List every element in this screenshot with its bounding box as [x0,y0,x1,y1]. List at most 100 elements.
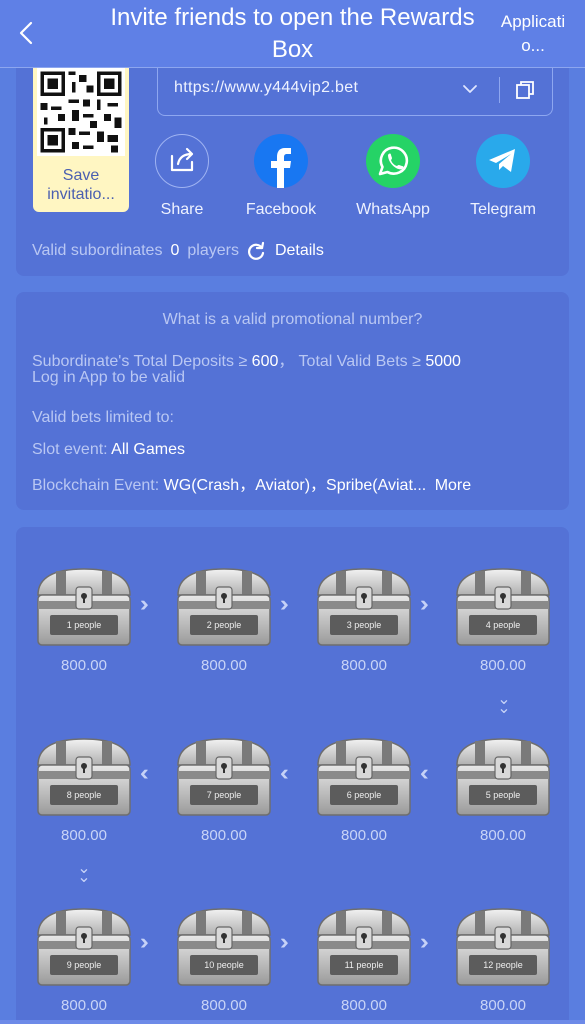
blockchain-event-value: WG(Crash，Aviator)，Spribe(Aviat... [163,477,427,494]
valid-subordinates-unit: players [187,242,239,259]
chest-amount: 800.00 [201,997,247,1014]
deposits-label: Subordinate's Total Deposits ≥ [32,353,248,370]
chest-people-label: 4 people [485,620,521,630]
arrow-down-icon: ⌄ ⌄ [497,691,511,717]
reward-chest[interactable]: 4 people 800.00 [453,565,553,674]
application-link[interactable]: Applicati o... [488,10,578,58]
treasure-chest-icon [177,908,271,986]
reward-chest[interactable]: 9 people 800.00 [34,905,134,1014]
valid-subordinates-label: Valid subordinates [32,242,163,259]
treasure-chest-icon [37,738,131,816]
valid-bets-limited: Valid bets limited to: [32,409,174,426]
slot-event-row: Slot event: All Games [32,441,185,459]
arrow-left-icon: ‹‹ [420,760,428,785]
whatsapp-icon [366,134,420,188]
treasure-chest-icon [456,908,550,986]
chest-amount: 800.00 [341,997,387,1014]
telegram-button[interactable]: Telegram [448,134,558,219]
blockchain-event-label: Blockchain Event: [32,477,160,494]
share-button[interactable]: Share [127,134,237,219]
arrow-right-icon: ›› [420,929,428,954]
treasure-chest-icon [177,738,271,816]
treasure-chest-icon [456,738,550,816]
invite-url: https://www.y444vip2.bet [174,79,359,96]
bottom-edge [0,1020,585,1024]
share-label: Share [160,201,204,218]
chest-people-label: 5 people [485,790,521,800]
telegram-label: Telegram [470,201,536,218]
page-title: Invite friends to open the Rewards Box [110,4,475,63]
rewards-box-card: 1 people 800.00 2 people 800.00 3 people 80… [16,527,569,1024]
telegram-icon [476,134,530,188]
chest-amount: 800.00 [201,657,247,674]
chest-people-label: 3 people [346,620,382,630]
arrow-left-icon: ‹‹ [280,760,288,785]
arrow-right-icon: ›› [140,929,148,954]
chevron-down-icon[interactable] [461,80,479,98]
back-button[interactable] [14,18,38,48]
chest-people-label: 2 people [206,620,242,630]
reward-chest[interactable]: 11 people 800.00 [314,905,414,1014]
chest-amount: 800.00 [480,997,526,1014]
treasure-chest-icon [317,738,411,816]
chest-people-label: 7 people [206,790,242,800]
arrow-right-icon: ›› [420,591,428,616]
arrow-left-icon: ‹‹ [140,760,148,785]
chest-amount: 800.00 [201,827,247,844]
reward-chest[interactable]: 5 people 800.00 [453,735,553,844]
arrow-right-icon: ›› [280,591,288,616]
reward-chest[interactable]: 7 people 800.00 [174,735,274,844]
reward-chest[interactable]: 8 people 800.00 [34,735,134,844]
blockchain-event-row: Blockchain Event: WG(Crash，Aviator)，Spri… [32,471,471,495]
chest-amount: 800.00 [480,657,526,674]
slot-event-value: All Games [111,441,185,458]
treasure-chest-icon [37,568,131,646]
treasure-chest-icon [317,568,411,646]
chest-amount: 800.00 [341,827,387,844]
slot-event-label: Slot event: [32,441,108,458]
more-link[interactable]: More [435,477,471,494]
reward-chest[interactable]: 10 people 800.00 [174,905,274,1014]
chest-people-label: 1 people [66,620,102,630]
valid-subordinates-count: 0 [170,242,180,259]
whatsapp-button[interactable]: WhatsApp [338,134,448,219]
save-invitation-button[interactable]: Save invitatio... [33,68,129,212]
chest-amount: 800.00 [480,827,526,844]
rules-title: What is a valid promotional number? [162,311,423,328]
qr-code [37,68,125,156]
valid-subordinates-row: Valid subordinates 0 players Details [32,240,324,262]
chest-people-label: 9 people [66,960,102,970]
copy-icon[interactable] [514,79,536,101]
reward-chest[interactable]: 1 people 800.00 [34,565,134,674]
chest-amount: 800.00 [61,827,107,844]
arrow-right-icon: ›› [280,929,288,954]
facebook-button[interactable]: Facebook [226,134,336,219]
chest-people-label: 6 people [346,790,382,800]
deposit-requirement: Subordinate's Total Deposits ≥ 600， Tota… [32,353,461,370]
treasure-chest-icon [177,568,271,646]
chest-amount: 800.00 [61,997,107,1014]
whatsapp-label: WhatsApp [356,201,430,218]
treasure-chest-icon [317,908,411,986]
divider [499,77,500,103]
bets-label: Total Valid Bets ≥ [298,353,421,370]
reward-chest[interactable]: 2 people 800.00 [174,565,274,674]
refresh-icon[interactable] [245,240,267,262]
reward-chest[interactable]: 3 people 800.00 [314,565,414,674]
facebook-icon [254,134,308,188]
chest-amount: 800.00 [341,657,387,674]
details-link[interactable]: Details [275,242,324,260]
chest-amount: 800.00 [61,657,107,674]
facebook-label: Facebook [245,201,317,218]
invite-url-select[interactable]: https://www.y444vip2.bet [157,68,553,116]
arrow-right-icon: ›› [140,591,148,616]
rules-card: What is a valid promotional number? Subo… [16,292,569,510]
reward-chest[interactable]: 12 people 800.00 [453,905,553,1014]
chest-people-label: 8 people [66,790,102,800]
treasure-chest-icon [456,568,550,646]
reward-chest[interactable]: 6 people 800.00 [314,735,414,844]
chest-people-label: 11 people [344,960,384,970]
share-icon [155,134,209,188]
deposits-value: 600 [251,353,279,370]
chevron-left-icon [19,21,33,45]
